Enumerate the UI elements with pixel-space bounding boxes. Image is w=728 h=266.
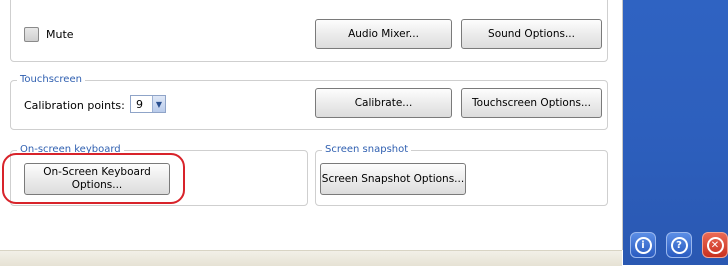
info-button[interactable]: i: [630, 232, 656, 258]
close-button[interactable]: ✕: [702, 232, 728, 258]
onscreen-keyboard-group-title: On-screen keyboard: [17, 143, 124, 157]
mute-label: Mute: [46, 28, 74, 41]
screen-snapshot-group-title: Screen snapshot: [322, 143, 412, 157]
mute-checkbox[interactable]: [24, 27, 39, 42]
status-strip: [0, 250, 622, 266]
onscreen-keyboard-options-line1: On-Screen Keyboard: [43, 166, 151, 178]
help-button[interactable]: ?: [666, 232, 692, 258]
calibration-points-select[interactable]: 9 ▼: [130, 95, 166, 113]
help-icon: ?: [670, 236, 688, 254]
sound-options-button[interactable]: Sound Options...: [461, 19, 602, 49]
screen-snapshot-options-button[interactable]: Screen Snapshot Options...: [320, 163, 466, 195]
calibration-points-value: 9: [136, 97, 143, 111]
onscreen-keyboard-options-line2: Options...: [71, 179, 123, 191]
info-icon: i: [634, 236, 652, 254]
calibrate-button[interactable]: Calibrate...: [315, 88, 452, 118]
settings-panel: Mute Audio Mixer... Sound Options... Tou…: [0, 0, 623, 250]
chevron-down-icon[interactable]: ▼: [152, 96, 165, 112]
touchscreen-group-title: Touchscreen: [17, 73, 85, 87]
touchscreen-options-button[interactable]: Touchscreen Options...: [461, 88, 602, 118]
side-panel: i ? ✕: [623, 0, 728, 265]
onscreen-keyboard-options-button[interactable]: On-Screen Keyboard Options...: [24, 163, 170, 195]
close-icon: ✕: [706, 236, 724, 254]
audio-mixer-button[interactable]: Audio Mixer...: [315, 19, 452, 49]
calibration-points-label: Calibration points:: [24, 99, 125, 112]
